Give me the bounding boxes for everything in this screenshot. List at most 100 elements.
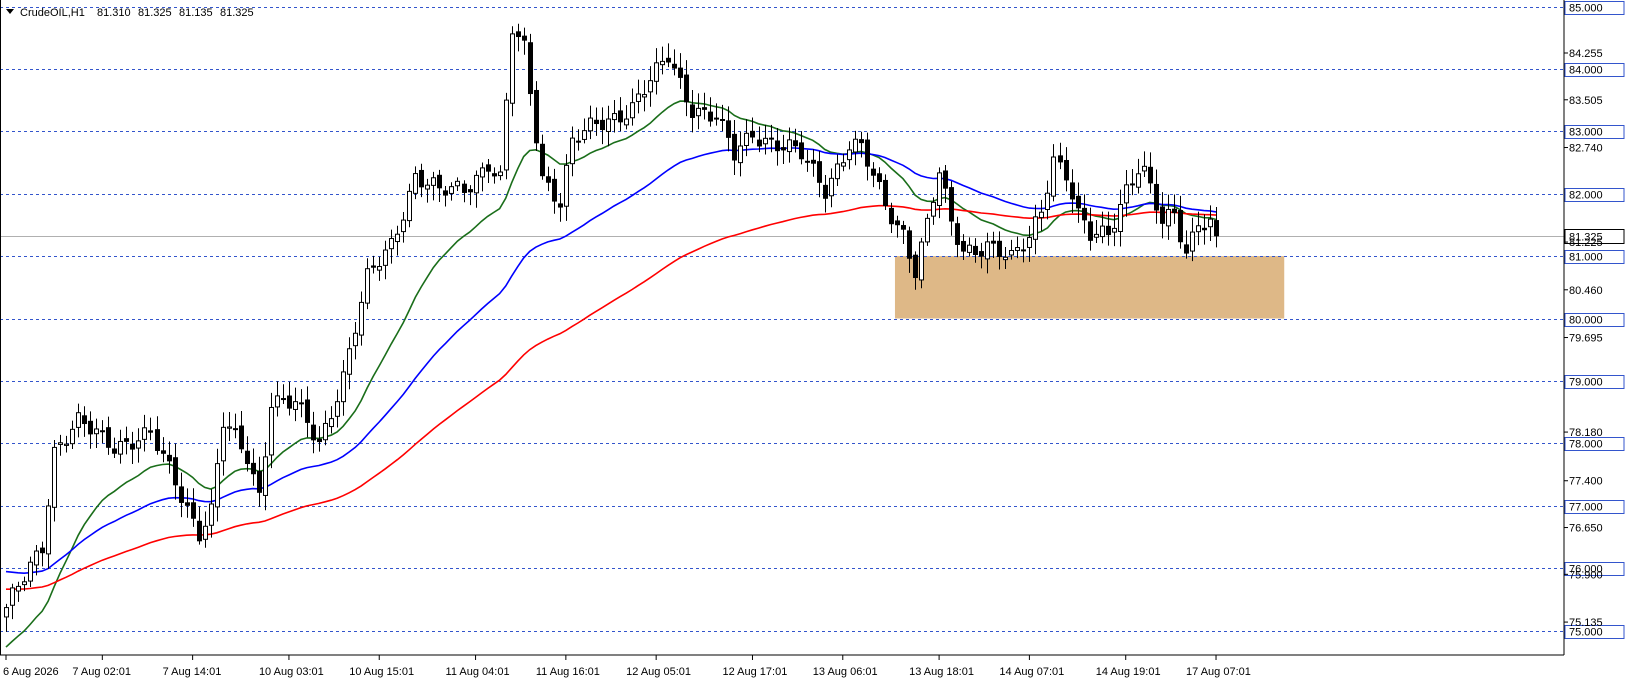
- candle-body: [775, 140, 780, 152]
- candle-body: [642, 94, 647, 98]
- candle-body: [558, 203, 563, 208]
- chart-window[interactable]: 85.000 84.000 83.000 82.000 81.000 80.000 79.0…: [0, 0, 1626, 686]
- candle-body: [606, 118, 611, 132]
- candle-body: [16, 585, 21, 592]
- candle-body: [540, 143, 545, 177]
- candle-body: [684, 74, 689, 103]
- x-tick-label: 12 Aug 05:01: [626, 666, 691, 678]
- candle-body: [106, 427, 111, 448]
- candle-body: [1082, 207, 1087, 221]
- candle-body: [455, 180, 460, 187]
- x-tick-label: 12 Aug 17:01: [722, 666, 787, 678]
- x-tick-label: 7 Aug 02:01: [72, 666, 131, 678]
- candle-body: [678, 67, 683, 78]
- price-chart[interactable]: 85.000 84.000 83.000 82.000 81.000 80.000 79.0…: [0, 0, 1626, 686]
- candle-body: [805, 160, 810, 163]
- level-tag-label: 82.000: [1569, 190, 1603, 202]
- candle-body: [829, 177, 834, 197]
- candle-body: [1136, 173, 1141, 188]
- candle-body: [94, 428, 99, 435]
- candle-body: [1094, 233, 1099, 238]
- candle-body: [1100, 225, 1105, 238]
- ohlc-open: 81.310: [97, 7, 131, 19]
- candle-body: [1214, 220, 1219, 237]
- candle-body: [991, 240, 996, 244]
- candle-body: [570, 137, 575, 165]
- candle-body: [4, 607, 9, 618]
- candle-body: [943, 170, 948, 189]
- candle-body: [383, 249, 388, 266]
- candle-body: [245, 450, 250, 465]
- candle-body: [118, 440, 123, 455]
- candle-body: [293, 401, 298, 410]
- y-tick-label: 76.650: [1569, 523, 1603, 535]
- candle-body: [582, 130, 587, 140]
- candle-body: [1033, 216, 1038, 240]
- candle-body: [1190, 231, 1195, 252]
- candle-body: [594, 119, 599, 125]
- candle-body: [40, 547, 45, 554]
- candle-body: [937, 172, 942, 207]
- candle-body: [161, 450, 166, 454]
- candle-body: [732, 133, 737, 161]
- candle-body: [949, 187, 954, 222]
- candle-body: [239, 425, 244, 450]
- candle-body: [185, 502, 190, 506]
- y-tick-label: 75.135: [1569, 617, 1603, 629]
- candle-body: [347, 348, 352, 375]
- candle-body: [130, 443, 135, 450]
- candle-body: [666, 57, 671, 63]
- candle-body: [70, 428, 75, 445]
- candle-body: [907, 230, 912, 259]
- candle-body: [474, 174, 479, 194]
- level-tag-label: 85.000: [1569, 3, 1603, 15]
- candle-body: [1184, 244, 1189, 254]
- candle-body: [191, 502, 196, 519]
- x-tick-label: 17 Aug 07:01: [1186, 666, 1251, 678]
- candle-body: [859, 139, 864, 144]
- candle-body: [419, 169, 424, 188]
- candle-body: [142, 427, 147, 440]
- candle-body: [1015, 247, 1020, 251]
- support-zone: [894, 256, 1285, 319]
- candle-body: [967, 244, 972, 253]
- y-tick-label: 75.900: [1569, 569, 1603, 581]
- candle-body: [311, 424, 316, 441]
- x-tick-label: 14 Aug 07:01: [999, 666, 1064, 678]
- candle-body: [648, 80, 653, 93]
- candle-body: [492, 173, 497, 177]
- candle-body: [498, 171, 503, 177]
- candle-body: [1009, 249, 1014, 256]
- candle-body: [925, 217, 930, 243]
- candle-body: [750, 130, 755, 138]
- candle-body: [841, 162, 846, 167]
- candle-body: [787, 139, 792, 153]
- candle-body: [377, 266, 382, 271]
- candle-body: [112, 448, 117, 454]
- candle-body: [299, 402, 304, 405]
- candle-body: [660, 60, 665, 66]
- candle-body: [167, 454, 172, 462]
- candle-body: [76, 412, 81, 428]
- candle-body: [630, 102, 635, 119]
- candle-body: [835, 163, 840, 180]
- level-tag-label: 78.000: [1569, 439, 1603, 451]
- candle-body: [985, 241, 990, 260]
- candle-body: [823, 184, 828, 199]
- candle-body: [708, 111, 713, 122]
- y-tick-label: 84.255: [1569, 48, 1603, 60]
- candle-body: [738, 145, 743, 164]
- candle-body: [443, 190, 448, 196]
- candle-body: [847, 149, 852, 161]
- candle-body: [287, 395, 292, 409]
- candle-body: [913, 254, 918, 279]
- candle-body: [799, 142, 804, 160]
- candle-body: [251, 462, 256, 475]
- candle-body: [203, 525, 208, 540]
- candle-body: [672, 63, 677, 69]
- candle-body: [221, 426, 226, 462]
- y-tick-label: 78.180: [1569, 427, 1603, 439]
- candle-body: [1178, 210, 1183, 243]
- candle-body: [425, 184, 430, 190]
- candle-body: [1045, 192, 1050, 210]
